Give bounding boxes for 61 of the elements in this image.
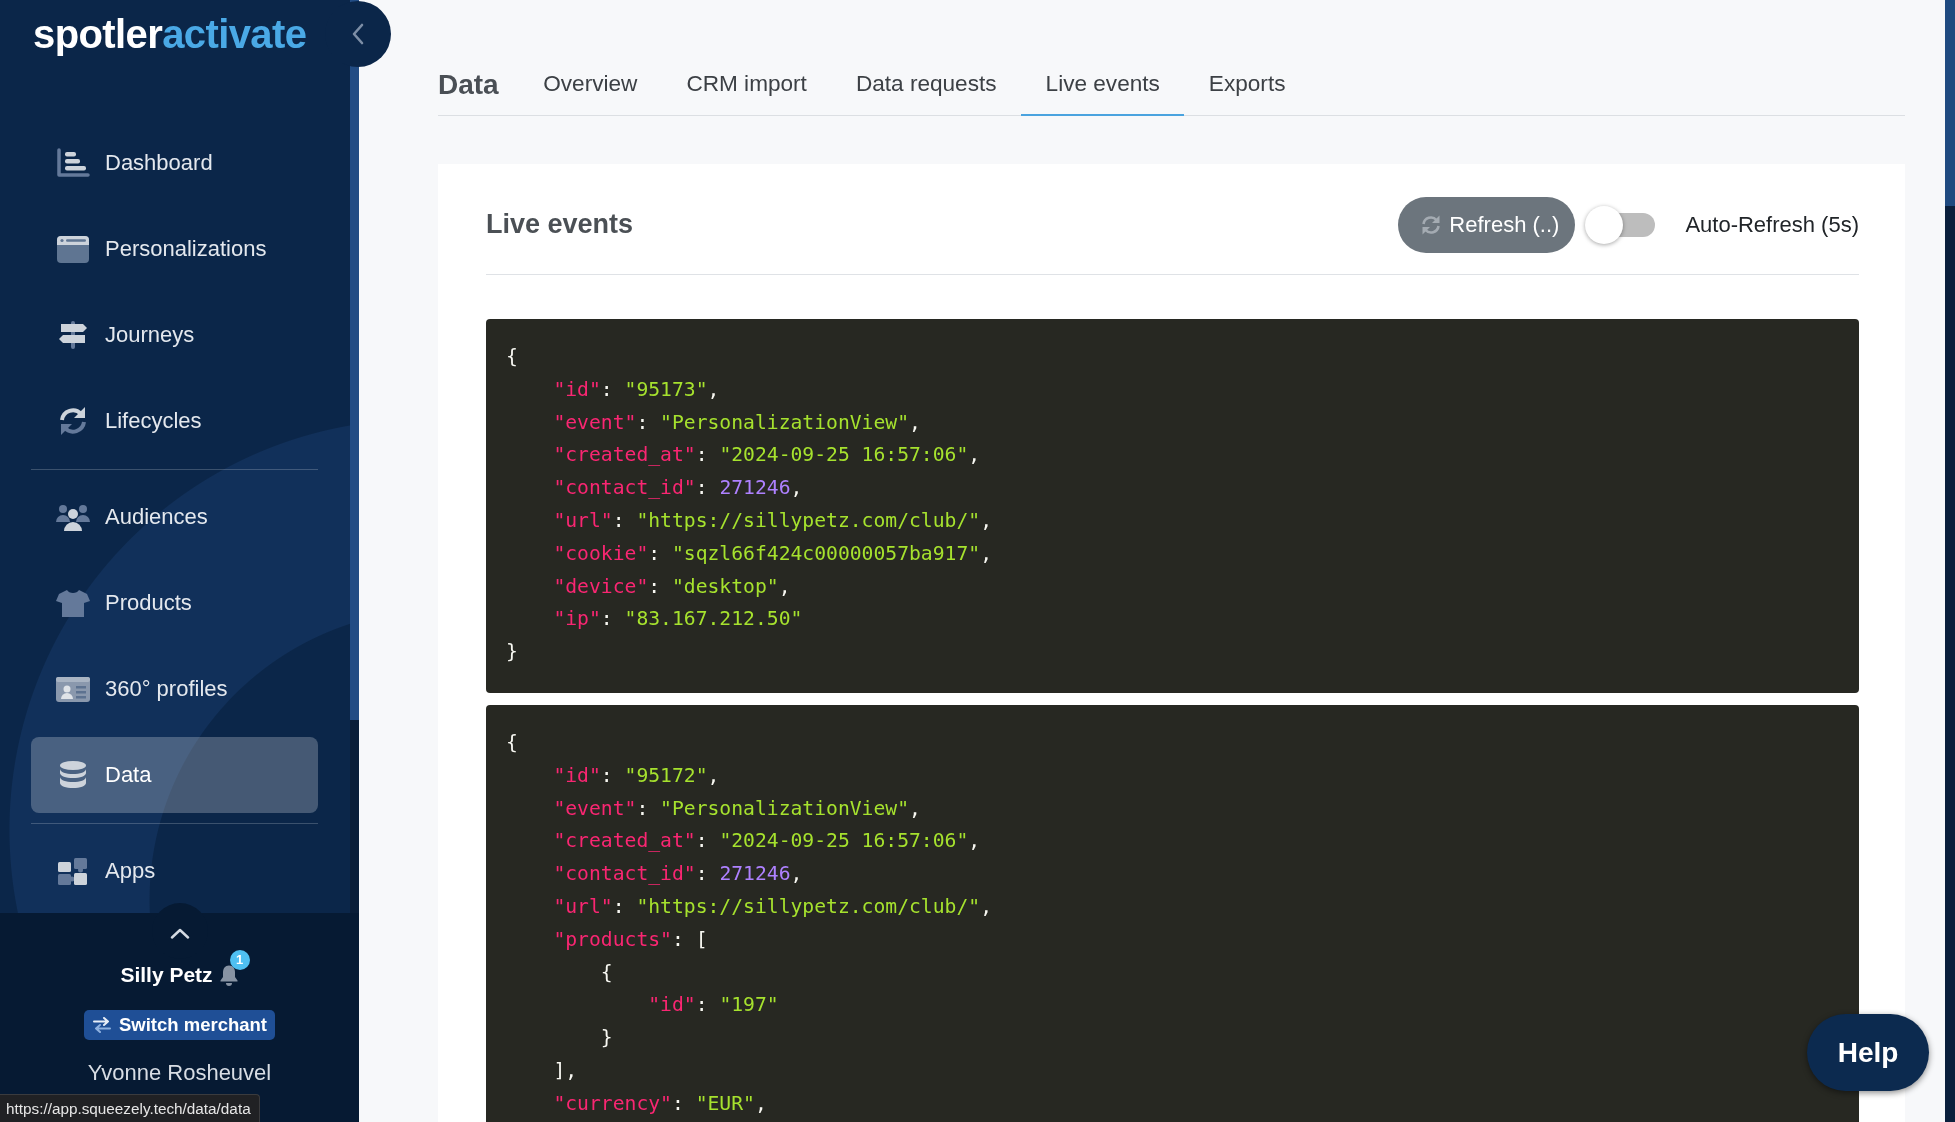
code-line: { [506,729,518,756]
users-icon [56,502,90,532]
code-line: "created_at": "2024-09-25 16:57:06", [553,828,981,855]
browser-window-icon [56,234,90,264]
status-bar-url: https://app.squeezely.tech/data/data [0,1094,260,1122]
notification-badge: 1 [229,950,250,970]
tab[interactable]: CRM import [661,69,832,116]
sidebar-item[interactable]: Dashboard [31,125,318,201]
refresh-icon [1420,213,1443,236]
refresh-button[interactable]: Refresh (..) [1398,196,1576,253]
code-line: "id": "197" [648,992,779,1019]
code-line: "currency": "EUR", [553,1090,767,1117]
bell-icon[interactable] [218,964,239,986]
id-card-icon [56,674,90,704]
code-line: "id": "95172", [553,762,720,789]
code-line: } [600,1025,613,1052]
switch-merchant-button[interactable]: Switch merchant [83,1010,275,1040]
sidebar-item[interactable]: Personalizations [31,211,318,287]
code-line: } [506,639,518,666]
chevron-up-icon [170,927,190,939]
auto-refresh-toggle[interactable] [1584,204,1656,245]
chart-icon [56,148,90,178]
code-line: "url": "https://sillypetz.com/club/", [553,508,992,534]
page-title: Data [438,70,499,100]
sidebar-item[interactable]: Audiences [31,479,318,555]
t-shirt-icon [56,588,90,618]
scrollbar-thumb[interactable] [350,0,359,720]
tab[interactable]: Data requests [831,69,1022,116]
puzzle-icon [56,856,90,886]
merchant-name: Silly Petz [120,963,213,987]
sidebar-item[interactable]: Products [31,565,318,641]
sidebar-item[interactable]: Apps [31,833,318,909]
toggle-label: Auto-Refresh (5s) [1685,211,1859,238]
tab[interactable]: Live events [1021,69,1185,116]
sidebar-item[interactable]: Data [31,737,318,813]
tab[interactable]: Exports [1184,69,1310,116]
code-line: ], [553,1057,578,1084]
sidebar-item[interactable]: Lifecycles [31,383,318,459]
code-line: "products": [ [553,926,708,953]
code-line: "id": "95173", [553,376,720,403]
code-line: { [600,959,613,986]
card-title: Live events [486,209,634,240]
code-line: "created_at": "2024-09-25 16:57:06", [553,442,981,469]
code-line: "contact_id": 271246, [553,861,803,888]
tab[interactable]: Overview [518,69,662,116]
scrollbar-thumb[interactable] [1945,0,1955,206]
code-line: "url": "https://sillypetz.com/club/", [553,893,992,920]
chevron-left-icon [352,23,364,45]
sidebar-item[interactable]: 360° profiles [31,651,318,727]
sidebar-item[interactable]: Journeys [31,297,318,373]
code-line: "event": "PersonalizationView", [553,409,921,436]
help-button[interactable]: Help [1807,1014,1929,1091]
code-line: { [506,344,518,370]
user-name: Yvonne Rosheuvel [87,1059,272,1087]
code-line: "device": "desktop", [553,573,791,600]
code-line: "contact_id": 271246, [553,475,803,502]
code-line: "ip": "83.167.212.50" [553,606,803,633]
logo-wordmark: spotleractivate [33,11,307,58]
code-line: "cookie": "sqzl66f424c00000057ba917", [553,540,992,567]
swap-arrows-icon [92,1017,111,1033]
code-line: "event": "PersonalizationView", [553,795,921,822]
